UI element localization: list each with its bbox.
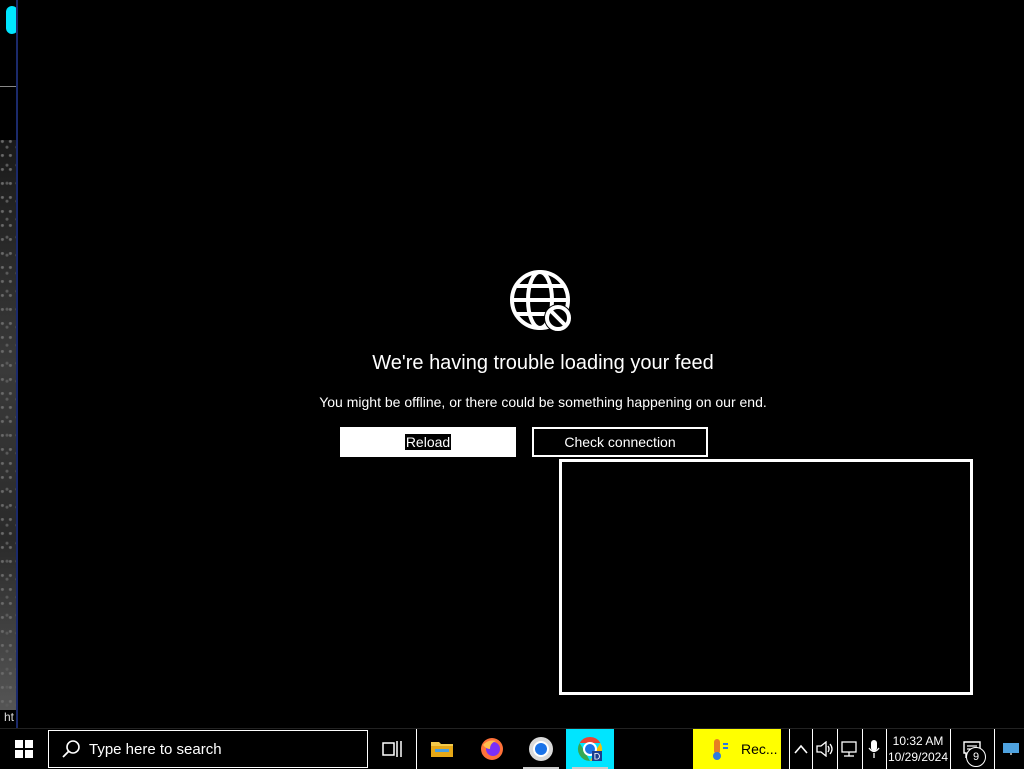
check-connection-button[interactable]: Check connection [532,427,708,457]
clock-time: 10:32 AM [892,734,944,748]
firefox-icon [481,738,503,760]
svg-text:D: D [594,752,601,762]
clock[interactable]: 10:32 AM 10/29/2024 [887,729,949,769]
check-connection-label: Check connection [564,434,676,450]
background-url-text: ht [4,710,15,724]
show-desktop-button[interactable] [998,729,1024,769]
task-view-icon [382,741,402,757]
tray-separator [950,729,951,769]
taskbar: Type here to search D Rec... 10:32 AM 10… [0,728,1024,769]
reload-button-label: Reload [404,434,452,450]
active-app-label: Rec... [741,741,778,757]
error-title: We're having trouble loading your feed [372,352,714,374]
chrome-button[interactable] [517,729,565,769]
tray-separator [994,729,995,769]
network-button[interactable] [838,729,862,769]
error-subtitle: You might be offline, or there could be … [319,394,767,410]
divider [0,86,16,87]
thermometer-icon [713,739,728,760]
show-hidden-icons-button[interactable] [790,729,812,769]
active-app-rec[interactable]: Rec... [693,729,781,769]
file-explorer-icon [431,742,453,757]
windows-icon [15,740,33,758]
microphone-button[interactable] [863,729,885,769]
chrome-icon [529,737,553,761]
clock-date: 10/29/2024 [887,750,949,764]
microphone-icon [868,740,880,758]
start-button[interactable] [0,729,48,769]
overlay-window[interactable] [559,459,973,695]
desktop-icon [1003,743,1019,755]
chrome-profile-icon: D [577,737,603,762]
network-icon [841,741,857,757]
background-window-edge: ht [0,0,16,728]
file-explorer-button[interactable] [418,729,466,769]
notification-count-badge: 9 [966,747,986,767]
reload-button[interactable]: Reload [340,427,516,457]
speaker-icon [816,741,833,757]
firefox-button[interactable] [468,729,516,769]
background-app-tab [6,6,16,34]
chevron-up-icon [794,744,808,754]
search-placeholder: Type here to search [89,740,222,758]
search-icon [62,740,80,758]
task-view-button[interactable] [368,729,416,769]
taskbar-separator [416,729,417,769]
volume-button[interactable] [813,729,837,769]
taskbar-search-box[interactable]: Type here to search [48,730,368,768]
chrome-profile-button[interactable]: D [566,729,614,769]
background-image [0,140,16,710]
globe-blocked-icon [510,270,572,332]
